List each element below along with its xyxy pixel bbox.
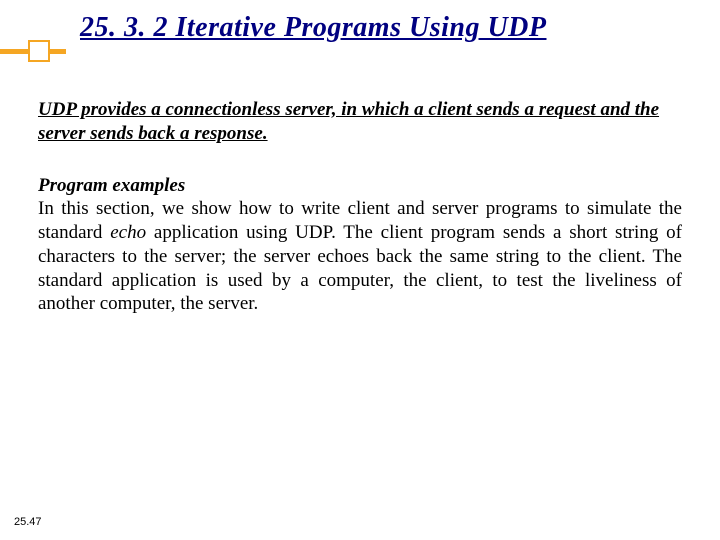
slide-title: 25. 3. 2 Iterative Programs Using UDP (80, 12, 547, 44)
echo-term: echo (110, 222, 146, 243)
content-area: UDP provides a connectionless server, in… (38, 98, 682, 316)
subheading: Program examples (38, 174, 682, 198)
intro-paragraph: UDP provides a connectionless server, in… (38, 98, 682, 146)
title-area: 25. 3. 2 Iterative Programs Using UDP (0, 0, 720, 70)
slide-number: 25.47 (14, 516, 42, 528)
body-paragraph: In this section, we show how to write cl… (38, 197, 682, 316)
bullet-box-icon (28, 40, 50, 62)
